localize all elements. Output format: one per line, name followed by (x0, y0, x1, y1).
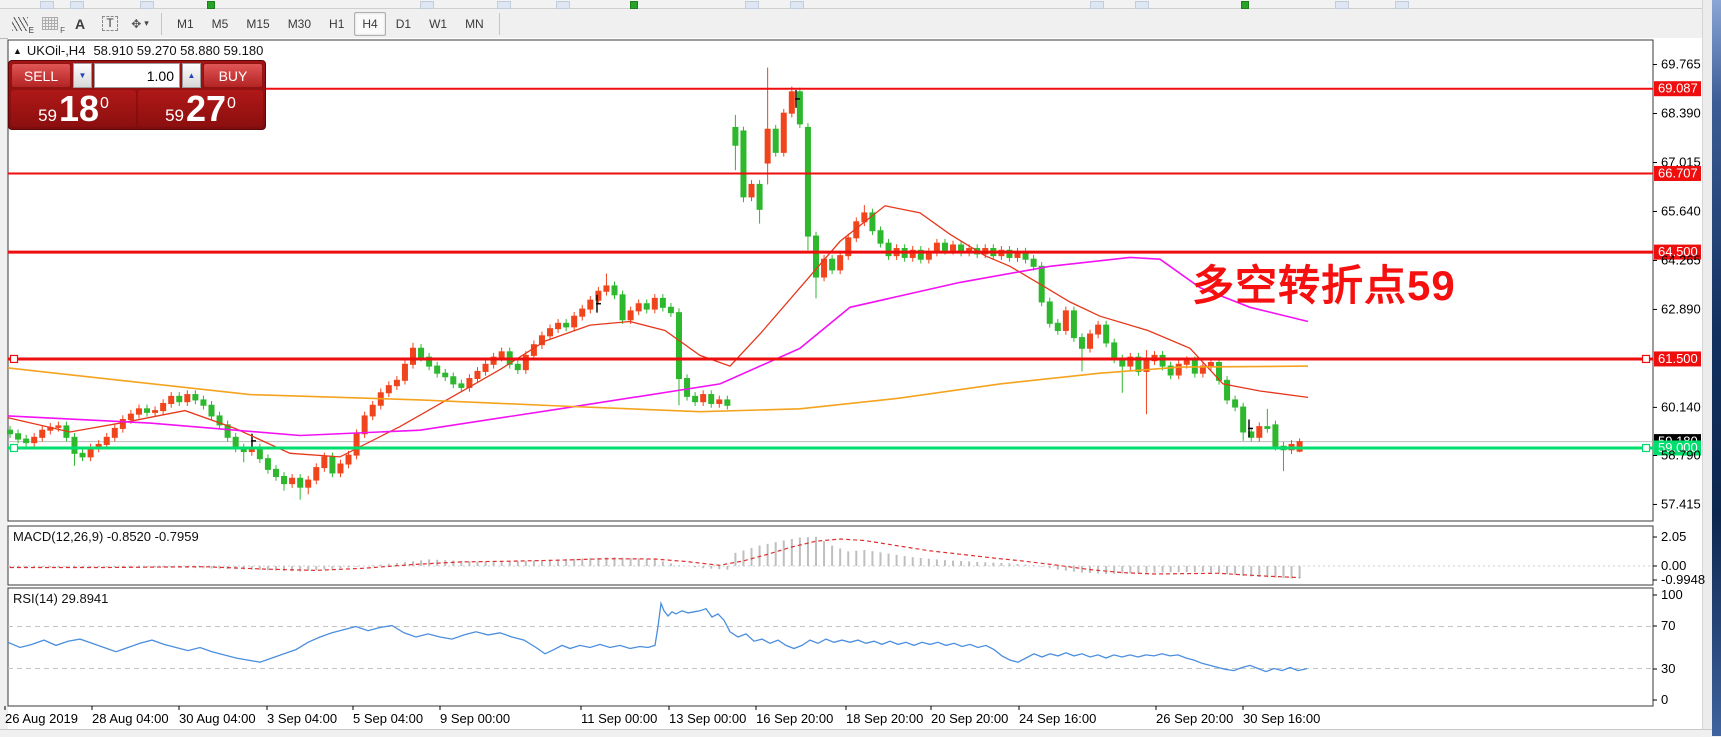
svg-text:57.415: 57.415 (1661, 496, 1701, 511)
buy-price-major: 59 (165, 107, 184, 124)
svg-text:3 Sep 04:00: 3 Sep 04:00 (267, 711, 337, 726)
sell-price-point: 0 (100, 96, 109, 112)
symbol-name: UKOil-,H4 (27, 43, 86, 58)
one-click-trade-panel: SELL ▼ 1.00 ▲ BUY 59 18 0 59 27 0 (8, 60, 266, 130)
svg-text:69.765: 69.765 (1661, 57, 1701, 72)
svg-text:9 Sep 00:00: 9 Sep 00:00 (440, 711, 510, 726)
svg-text:28 Aug 04:00: 28 Aug 04:00 (92, 711, 169, 726)
chart-annotation-text[interactable]: 多空转折点59 (1192, 252, 1456, 313)
svg-text:-0.9948: -0.9948 (1661, 572, 1705, 587)
ohlc-quote: 58.910 59.270 58.880 59.180 (93, 43, 263, 58)
sell-button[interactable]: SELL (11, 63, 71, 88)
svg-text:0.00: 0.00 (1661, 558, 1686, 573)
svg-text:30: 30 (1661, 661, 1675, 676)
svg-text:64.265: 64.265 (1661, 252, 1701, 267)
sell-price[interactable]: 59 18 0 (11, 90, 136, 127)
symbol-header: ▲ UKOil-,H4 58.910 59.270 58.880 59.180 (13, 43, 263, 58)
buy-price[interactable]: 59 27 0 (138, 90, 263, 127)
svg-text:5 Sep 04:00: 5 Sep 04:00 (353, 711, 423, 726)
svg-text:62.890: 62.890 (1661, 301, 1701, 316)
svg-text:26 Aug 2019: 26 Aug 2019 (5, 711, 78, 726)
svg-text:65.640: 65.640 (1661, 203, 1701, 218)
sell-price-pips: 18 (59, 94, 99, 124)
macd-indicator-label: MACD(12,26,9) -0.8520 -0.7959 (13, 529, 199, 544)
svg-text:70: 70 (1661, 618, 1675, 633)
rsi-indicator-label: RSI(14) 29.8941 (13, 591, 108, 606)
volume-increase-button[interactable]: ▲ (182, 63, 201, 88)
buy-price-pips: 27 (186, 94, 226, 124)
svg-text:18 Sep 20:00: 18 Sep 20:00 (846, 711, 923, 726)
svg-text:30 Sep 16:00: 30 Sep 16:00 (1243, 711, 1320, 726)
svg-text:11 Sep 00:00: 11 Sep 00:00 (581, 711, 657, 726)
volume-decrease-button[interactable]: ▼ (73, 63, 92, 88)
svg-text:61.500: 61.500 (1658, 351, 1698, 366)
svg-text:16 Sep 20:00: 16 Sep 20:00 (756, 711, 833, 726)
svg-text:69.087: 69.087 (1658, 81, 1698, 96)
svg-text:60.140: 60.140 (1661, 399, 1701, 414)
svg-text:66.707: 66.707 (1658, 165, 1698, 180)
svg-text:20 Sep 20:00: 20 Sep 20:00 (931, 711, 1008, 726)
svg-text:58.790: 58.790 (1661, 447, 1701, 462)
svg-text:24 Sep 16:00: 24 Sep 16:00 (1019, 711, 1096, 726)
svg-text:26 Sep 20:00: 26 Sep 20:00 (1156, 711, 1233, 726)
sell-price-major: 59 (38, 107, 57, 124)
svg-text:100: 100 (1661, 587, 1683, 602)
svg-text:2.05: 2.05 (1661, 529, 1686, 544)
svg-text:0: 0 (1661, 692, 1668, 707)
buy-price-point: 0 (227, 96, 236, 112)
svg-text:30 Aug 04:00: 30 Aug 04:00 (179, 711, 256, 726)
svg-text:68.390: 68.390 (1661, 106, 1701, 121)
volume-input[interactable]: 1.00 (94, 63, 180, 88)
buy-button[interactable]: BUY (203, 63, 263, 88)
collapse-triangle-icon[interactable]: ▲ (13, 46, 22, 56)
svg-text:13 Sep 00:00: 13 Sep 00:00 (669, 711, 746, 726)
